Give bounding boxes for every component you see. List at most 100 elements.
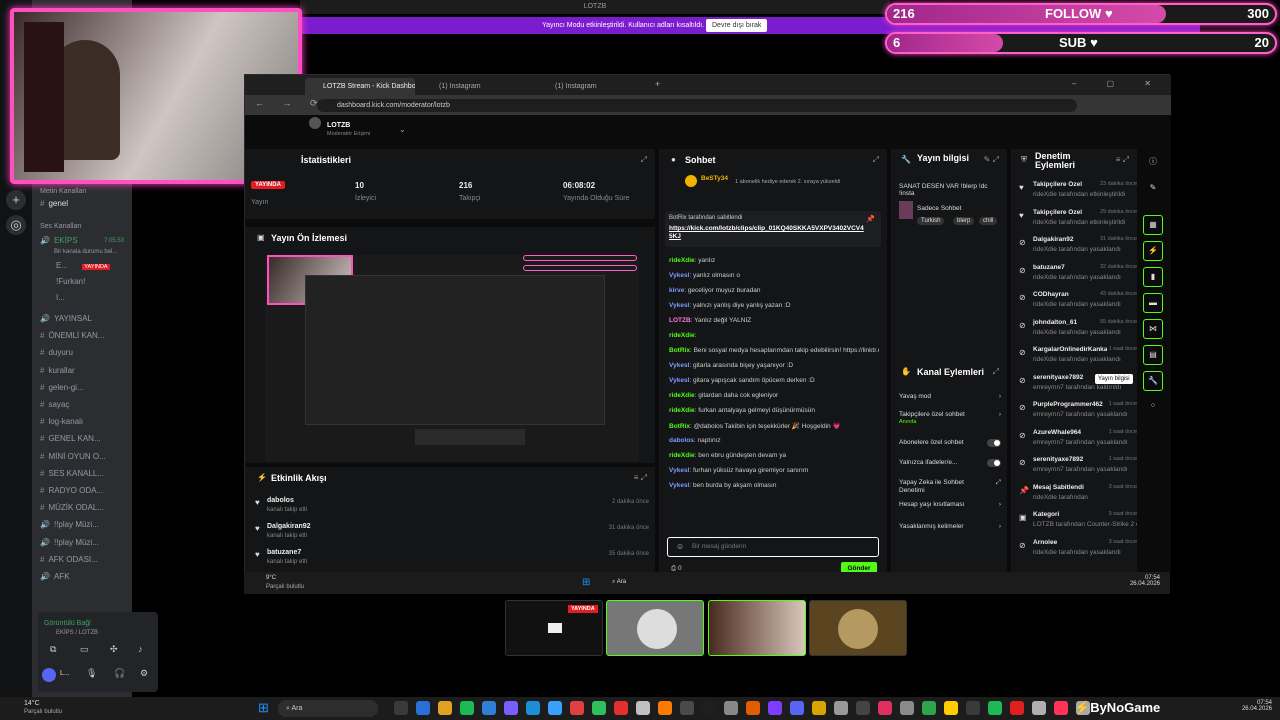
chat-username[interactable]: Vykesl <box>669 482 689 489</box>
stats-toggle-icon[interactable]: ▦ <box>1143 215 1163 235</box>
activity-toggle-icon[interactable]: ⚡ <box>1143 241 1163 261</box>
taskbar-search[interactable]: ⌕ Ara <box>278 700 378 717</box>
taskbar-app-icon[interactable] <box>570 701 584 715</box>
taskbar-app-icon[interactable] <box>438 701 452 715</box>
expand-icon[interactable]: ⤢ <box>873 155 879 165</box>
chat-username[interactable]: Vykesl <box>669 302 689 309</box>
disable-streamer-mode-button[interactable]: Devre dışı bırak <box>706 19 768 32</box>
taskbar-app-icon[interactable] <box>460 701 474 715</box>
taskbar-app-icon[interactable] <box>900 701 914 715</box>
tab-instagram-2[interactable]: (1) Instagram <box>537 78 647 95</box>
taskbar-app-icon[interactable] <box>878 701 892 715</box>
category-voice[interactable]: Ses Kanalları <box>40 220 128 234</box>
windows-start-icon[interactable]: ⊞ <box>258 700 269 716</box>
explore-icon[interactable]: ◎ <box>6 215 26 235</box>
taskbar-app-icon[interactable] <box>856 701 870 715</box>
screen-share-icon[interactable]: ▭ <box>80 644 89 655</box>
taskbar-app-icon[interactable] <box>746 701 760 715</box>
thumbnail-window-1[interactable]: YAYINDA <box>505 600 603 656</box>
channel-action[interactable]: Yasaklanmış kelimeler › <box>899 523 1001 531</box>
headphones-icon[interactable]: 🎧 <box>114 668 125 679</box>
voice-member[interactable]: I... <box>56 291 144 305</box>
channel-action[interactable]: Abonelere özel sohbet <box>899 439 1001 447</box>
voice-member[interactable]: !Furkan! <box>56 275 144 289</box>
filter-expand-icon[interactable]: ≡ ⤢ <box>1116 155 1129 165</box>
taskbar-app-icon[interactable] <box>1010 701 1024 715</box>
settings-gear-icon[interactable]: ⚙ <box>140 668 148 679</box>
taskbar-app-icon[interactable] <box>790 701 804 715</box>
chat-username[interactable]: BotRix <box>669 347 690 354</box>
chevron-right-icon[interactable]: › <box>999 411 1001 418</box>
pinned-link[interactable]: https://kick.com/lotzb/clips/clip_01KQ40… <box>669 225 865 241</box>
activity-user[interactable]: Dalgakiran92 <box>267 523 311 530</box>
actions-toggle-icon[interactable]: ▤ <box>1143 345 1163 365</box>
channel-avatar[interactable] <box>309 117 321 129</box>
taskbar-app-icon[interactable] <box>768 701 782 715</box>
taskbar-app-icon[interactable] <box>614 701 628 715</box>
tab-kick-dashboard[interactable]: LOTZB Stream - Kick Dashboard <box>305 78 415 95</box>
expand-icon[interactable]: ⤢ <box>993 367 999 377</box>
channel-action[interactable]: Yapay Zeka ile Sohbet Denetimi ⤢ <box>899 479 1001 495</box>
preview-toggle-icon[interactable]: ▮ <box>1143 267 1163 287</box>
nav-buttons-icon[interactable]: ← → ⟳ <box>255 98 326 109</box>
thumbnail-window-4[interactable] <box>809 600 907 656</box>
channel-action[interactable]: Hesap yaşı kısıtlaması › <box>899 501 1001 509</box>
channel-item[interactable]: # kurallar <box>40 364 128 378</box>
chat-username[interactable]: dabolos <box>669 437 694 444</box>
taskbar-app-icon[interactable] <box>482 701 496 715</box>
taskbar-app-icon[interactable] <box>834 701 848 715</box>
emote-icon[interactable]: ☺ <box>676 542 684 551</box>
pin-icon[interactable]: 📌 <box>866 215 875 223</box>
channel-item[interactable]: # ÖNEMLİ KAN... <box>40 329 128 343</box>
chevron-right-icon[interactable]: › <box>999 393 1001 400</box>
channel-item[interactable]: 🔊 !!play Müzi... <box>40 518 128 532</box>
add-server-icon[interactable]: + <box>6 190 26 210</box>
taskbar-app-icon[interactable] <box>680 701 694 715</box>
channel-item[interactable]: 🔊 YAYINSAL <box>40 312 128 326</box>
chat-username[interactable]: kirve <box>669 287 684 294</box>
new-tab-icon[interactable]: + <box>655 79 660 89</box>
chat-username[interactable]: BotRix <box>669 423 690 430</box>
channel-action[interactable]: Yalnızca ifadeler/e... <box>899 459 1001 467</box>
thumbnail-window-3[interactable] <box>708 600 806 656</box>
channel-item[interactable]: # duyuru <box>40 346 128 360</box>
toggle-switch[interactable] <box>987 439 1001 447</box>
activity-user[interactable]: dabolos <box>267 497 294 504</box>
taskbar-app-icon[interactable] <box>812 701 826 715</box>
chat-input-box[interactable]: Bir mesaj gönderin ☺ <box>667 537 879 557</box>
taskbar-app-icon[interactable] <box>944 701 958 715</box>
taskbar-app-icon[interactable] <box>922 701 936 715</box>
chat-username[interactable]: Vykesl <box>669 362 689 369</box>
filter-expand-icon[interactable]: ≡ ⤢ <box>634 473 647 483</box>
thumbnail-window-2[interactable] <box>606 600 704 656</box>
chat-username[interactable]: rideXdie <box>669 392 695 399</box>
chat-username[interactable]: rideXdie <box>669 257 695 264</box>
chat-username[interactable]: Vykesl <box>669 467 689 474</box>
channel-item[interactable]: 🔊 AFK <box>40 570 128 584</box>
url-field[interactable]: dashboard.kick.com/moderator/lotzb <box>317 99 1077 112</box>
taskbar-app-icon[interactable] <box>966 701 980 715</box>
chat-username[interactable]: rideXdie <box>669 332 695 339</box>
channel-item[interactable]: # SES KANALL... <box>40 467 128 481</box>
gift-user[interactable]: BeSTy34 <box>701 175 728 182</box>
taskbar-app-icon[interactable] <box>1032 701 1046 715</box>
chat-username[interactable]: rideXdie <box>669 407 695 414</box>
taskbar-app-icon[interactable] <box>526 701 540 715</box>
activity-user[interactable]: batuzane7 <box>267 549 301 556</box>
channel-item[interactable]: 🔊 !!play Müzi... <box>40 536 128 550</box>
edit-expand-icon[interactable]: ✎ ⤢ <box>984 155 999 165</box>
inner-search[interactable]: ⌕ Ara <box>612 579 626 586</box>
taskbar-app-icon[interactable] <box>394 701 408 715</box>
taskbar-app-icon[interactable] <box>592 701 606 715</box>
taskbar-app-icon[interactable] <box>724 701 738 715</box>
camera-icon[interactable]: ⧉ <box>50 644 56 655</box>
soundboard-icon[interactable]: ♪ <box>138 644 143 654</box>
channel-item[interactable]: # AFK ODASI... <box>40 553 128 567</box>
stream-preview-video[interactable] <box>265 255 639 461</box>
chevron-right-icon[interactable]: › <box>999 501 1001 508</box>
info-icon[interactable]: ⓘ <box>1143 153 1163 173</box>
mod-toggle-icon[interactable]: ⋈ <box>1143 319 1163 339</box>
expand-icon[interactable]: ⤢ <box>641 155 647 165</box>
channel-action[interactable]: Takipçilere özel sohbet Anında › <box>899 411 1001 425</box>
chat-username[interactable]: Vykesl <box>669 272 689 279</box>
